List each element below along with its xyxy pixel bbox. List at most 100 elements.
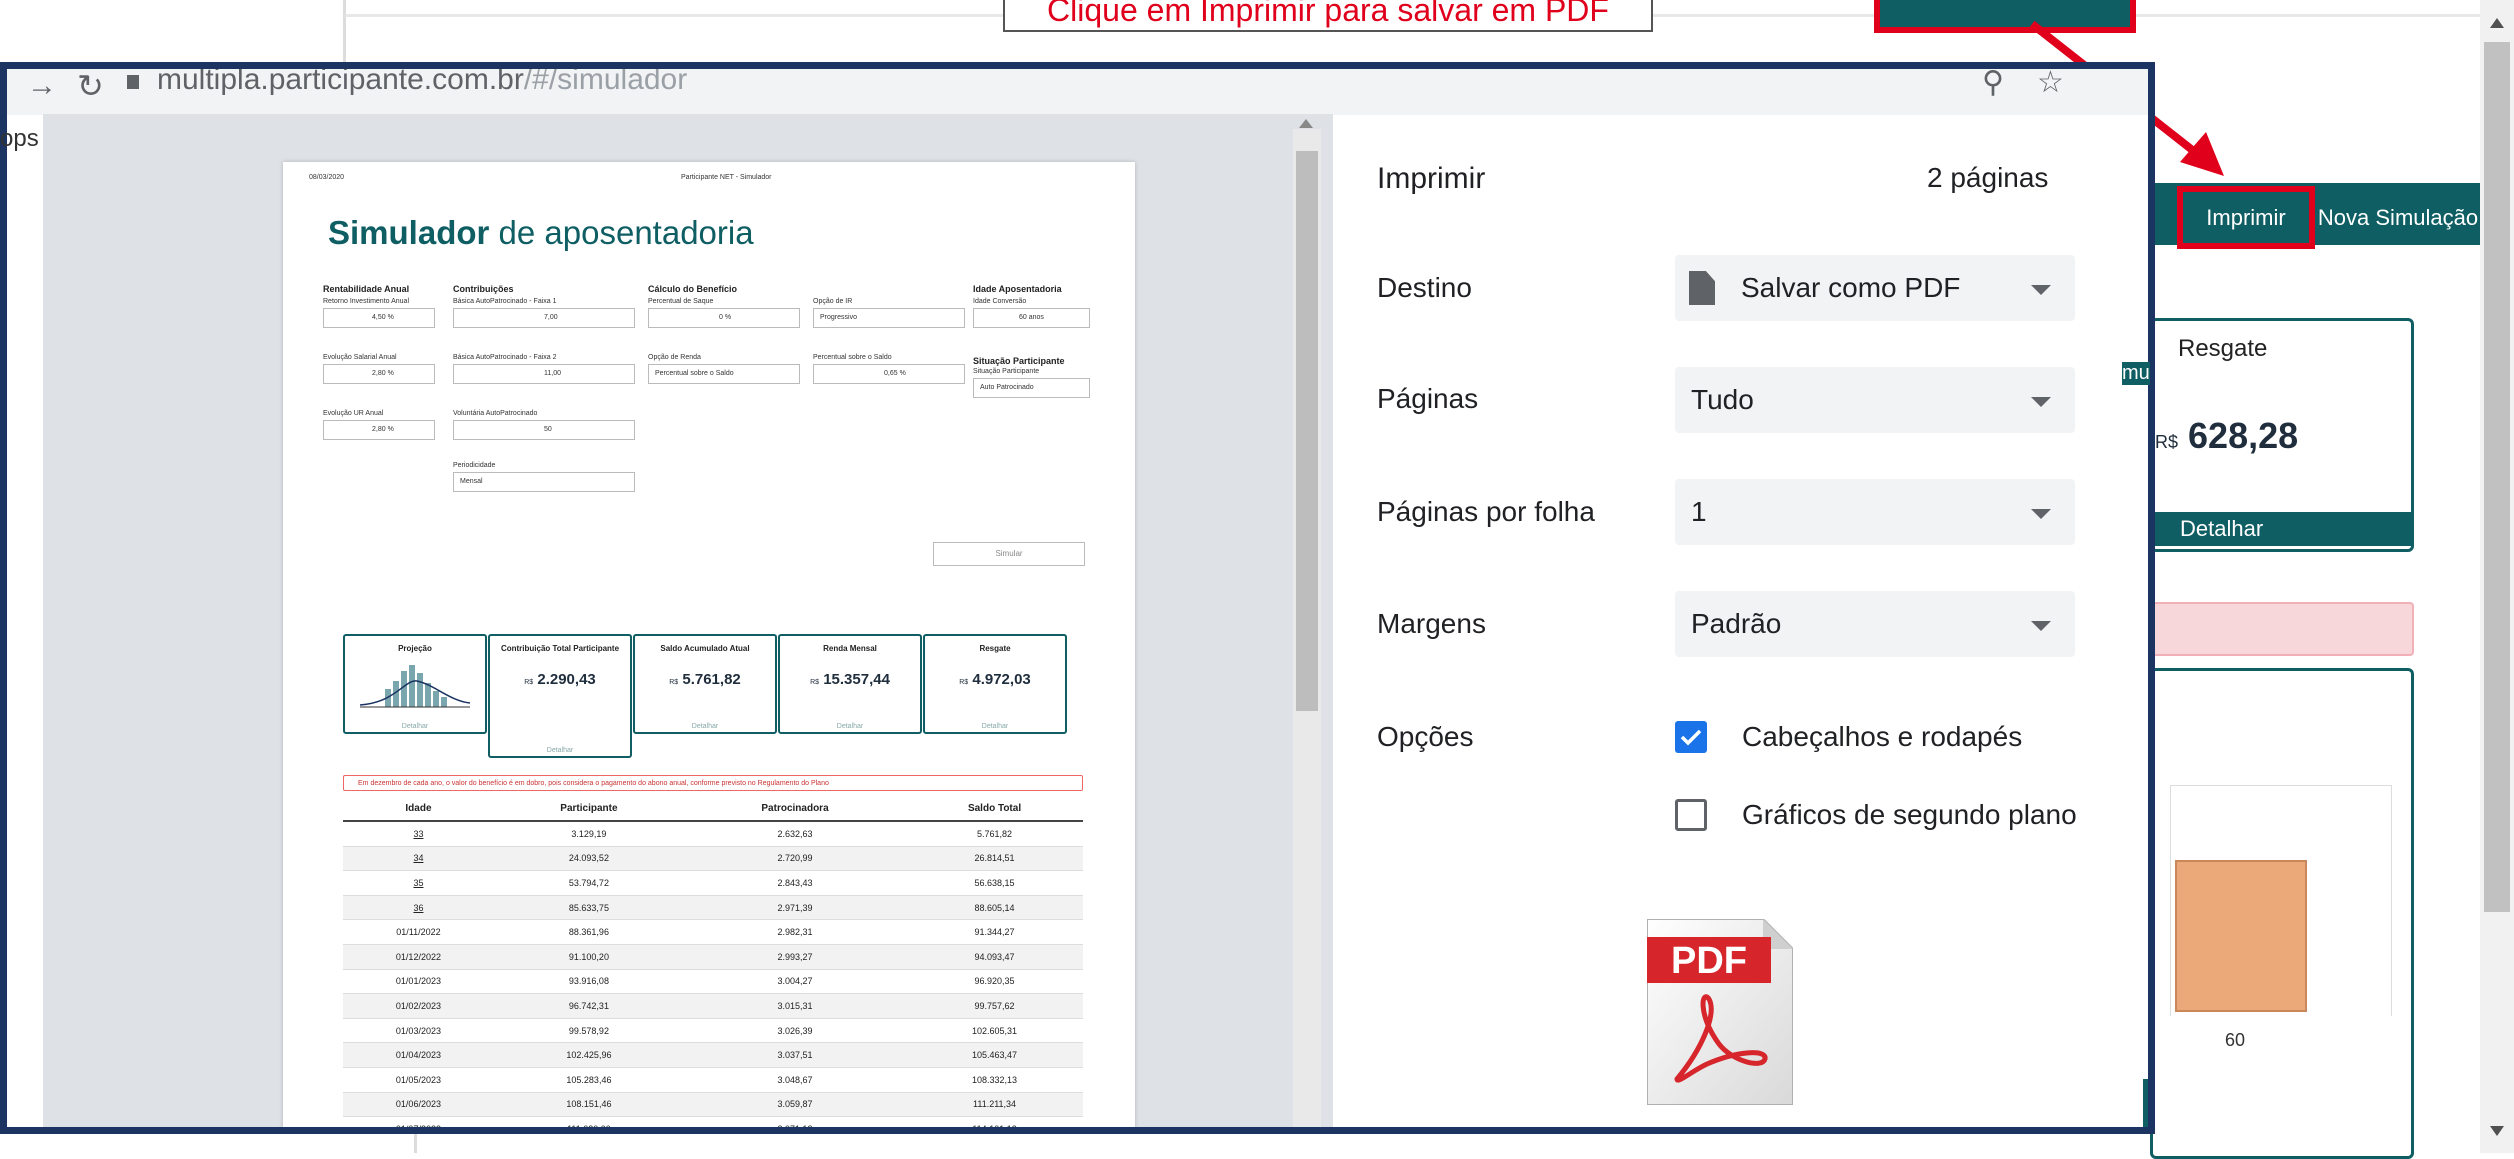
projection-mini-chart — [359, 665, 471, 708]
preview-simulate-button: Simular — [933, 542, 1085, 566]
destination-select[interactable]: Salvar como PDF — [1675, 255, 2075, 321]
input-basica1: 7,00 — [453, 308, 635, 328]
pages-label: Páginas — [1377, 383, 1479, 414]
table-cell: 108.151,46 — [493, 1092, 684, 1118]
print-button[interactable]: Imprimir — [2177, 186, 2315, 249]
preview-card-projecao: Projeção Detalhar — [343, 634, 487, 734]
table-header: Participante — [493, 796, 684, 822]
background-divider — [343, 0, 346, 62]
browser-address-bar: → ↻ multipla.participante.com.br/#/simul… — [7, 69, 2148, 115]
scroll-down-icon[interactable] — [2490, 1126, 2504, 1136]
table-cell: 2.993,27 — [683, 944, 907, 970]
table-cell: 3.071,12 — [683, 1116, 907, 1127]
select-periodicidade: Mensal — [453, 472, 635, 492]
star-icon[interactable]: ☆ — [2037, 69, 2064, 100]
background-teal-edge — [2143, 1079, 2148, 1127]
preview-card-resgate: Resgate R$ 4.972,03 Detalhar — [923, 634, 1067, 734]
table-cell: 91.100,20 — [493, 944, 684, 970]
table-cell: 01/07/2023 — [343, 1116, 494, 1127]
new-simulation-button[interactable]: Nova Simulação — [2316, 190, 2480, 245]
table-cell: 3.059,87 — [683, 1092, 907, 1118]
table-cell: 2.843,43 — [683, 870, 907, 896]
margins-select[interactable]: Padrão — [1675, 591, 2075, 657]
section-situacao: Situação Participante — [973, 356, 1065, 366]
back-icon[interactable]: → — [27, 69, 57, 103]
page-scrollbar-thumb[interactable] — [2484, 42, 2510, 912]
background-graphics-label[interactable]: Gráficos de segundo plano — [1742, 799, 2077, 831]
preview-header-title: Participante NET - Simulador — [681, 174, 772, 181]
table-row: 36 85.633,75 2.971,39 88.605,14 — [343, 895, 1083, 921]
table-cell: 2.720,99 — [683, 846, 907, 872]
select-situacao: Auto Patrocinado — [973, 378, 1090, 398]
chevron-down-icon — [2031, 285, 2051, 295]
table-cell: 96.742,31 — [493, 993, 684, 1019]
reload-icon[interactable]: ↻ — [77, 69, 104, 105]
table-row: 01/01/2023 93.916,08 3.004,27 96.920,35 — [343, 969, 1083, 995]
table-cell: 105.463,47 — [906, 1042, 1083, 1068]
preview-scrollbar-thumb[interactable] — [1296, 151, 1318, 711]
preview-header-date: 08/03/2020 — [309, 174, 345, 181]
preview-alert: Em dezembro de cada ano, o valor do bene… — [343, 775, 1083, 791]
print-preview-pane: 08/03/2020 Participante NET - Simulador … — [43, 114, 1333, 1127]
scroll-up-icon[interactable] — [2490, 18, 2504, 28]
background-card-detail-button[interactable]: Detalhar — [2150, 512, 2414, 546]
table-cell: 2.971,39 — [683, 895, 907, 921]
label-periodicidade: Periodicidade — [453, 462, 496, 469]
headers-footers-checkbox[interactable] — [1675, 721, 1707, 753]
table-cell: 33 — [343, 821, 494, 847]
table-cell: 111.211,34 — [906, 1092, 1083, 1118]
table-row: 33 3.129,19 2.632,63 5.761,82 — [343, 821, 1083, 847]
table-cell: 102.605,31 — [906, 1018, 1083, 1044]
table-cell: 01/05/2023 — [343, 1067, 494, 1093]
select-renda: Percentual sobre o Saldo — [648, 364, 800, 384]
table-cell: 35 — [343, 870, 494, 896]
background-chart-bar — [2175, 860, 2307, 1012]
table-header: Patrocinadora — [683, 796, 907, 822]
preview-card-saldo: Saldo Acumulado Atual R$ 5.761,82 Detalh… — [633, 634, 777, 734]
label-retorno: Retorno Investimento Anual — [323, 298, 409, 305]
table-row: 01/06/2023 108.151,46 3.059,87 111.211,34 — [343, 1092, 1083, 1118]
background-alert — [2150, 602, 2414, 656]
table-cell: 102.425,96 — [493, 1042, 684, 1068]
label-evolucao-salarial: Evolução Salarial Anual — [323, 354, 397, 361]
section-rentabilidade: Rentabilidade Anual — [323, 284, 410, 294]
label-pct-saldo: Percentual sobre o Saldo — [813, 354, 892, 361]
table-row: 01/04/2023 102.425,96 3.037,51 105.463,47 — [343, 1042, 1083, 1068]
checkmark-icon — [1680, 729, 1702, 746]
headers-footers-label[interactable]: Cabeçalhos e rodapés — [1742, 721, 2022, 753]
input-voluntaria: 50 — [453, 420, 635, 440]
table-header: Saldo Total — [906, 796, 1083, 822]
table-cell: 85.633,75 — [493, 895, 684, 921]
file-icon — [1689, 271, 1715, 305]
section-calculo: Cálculo do Benefício — [648, 284, 738, 294]
table-cell: 93.916,08 — [493, 969, 684, 995]
destination-label: Destino — [1377, 272, 1472, 303]
pages-select[interactable]: Tudo — [1675, 367, 2075, 433]
table-cell: 01/04/2023 — [343, 1042, 494, 1068]
chevron-down-icon — [2031, 509, 2051, 519]
print-title: Imprimir — [1377, 162, 1486, 195]
table-cell: 3.048,67 — [683, 1067, 907, 1093]
pages-per-sheet-select[interactable]: 1 — [1675, 479, 2075, 545]
chevron-down-icon — [2031, 397, 2051, 407]
table-row: 01/05/2023 105.283,46 3.048,67 108.332,13 — [343, 1067, 1083, 1093]
preview-title: Simulador de aposentadoria — [328, 214, 754, 251]
table-cell: 114.101,12 — [906, 1116, 1083, 1127]
table-cell: 53.794,72 — [493, 870, 684, 896]
zoom-icon[interactable]: ⚲ — [1982, 69, 2004, 100]
background-graphics-checkbox[interactable] — [1675, 799, 1707, 831]
browser-url[interactable]: multipla.participante.com.br/#/simulador — [157, 69, 687, 97]
table-cell: 88.605,14 — [906, 895, 1083, 921]
label-basica1: Básica AutoPatrocinado - Faixa 1 — [453, 298, 557, 305]
label-voluntaria: Voluntária AutoPatrocinado — [453, 410, 538, 417]
input-pct-saldo: 0,65 % — [813, 364, 965, 384]
table-cell: 91.344,27 — [906, 919, 1083, 945]
margins-label: Margens — [1377, 608, 1486, 639]
table-row: 01/12/2022 91.100,20 2.993,27 94.093,47 — [343, 944, 1083, 970]
preview-scroll-up-icon[interactable] — [1299, 119, 1313, 128]
lock-icon — [127, 75, 139, 89]
table-cell: 3.129,19 — [493, 821, 684, 847]
table-cell: 01/02/2023 — [343, 993, 494, 1019]
table-cell: 3.037,51 — [683, 1042, 907, 1068]
instruction-callout: Clique em Imprimir para salvar em PDF — [1003, 0, 1653, 32]
